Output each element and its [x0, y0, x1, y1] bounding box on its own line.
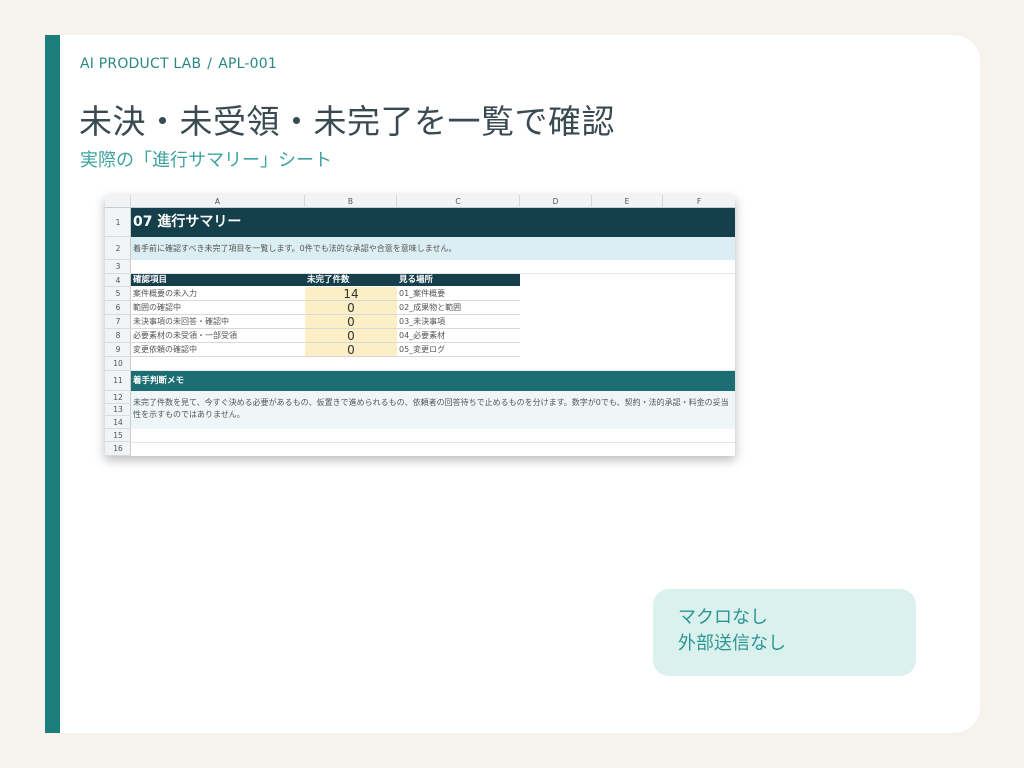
grid-line	[131, 442, 735, 443]
table-cell-item: 変更依頼の確認中	[131, 343, 305, 357]
breadcrumb: AI PRODUCT LAB / APL-001	[80, 56, 277, 72]
row-header: 7	[105, 315, 131, 329]
page-title: 未決・未受領・未完了を一覧で確認	[79, 102, 615, 141]
doc-code: APL-001	[218, 56, 277, 72]
table-cell-count: 14	[305, 287, 397, 301]
badge-line-no-macro: マクロなし	[678, 607, 768, 628]
table-cell-item: 必要素材の未受領・一部受領	[131, 329, 305, 343]
row-header: 12	[105, 391, 131, 404]
row-header: 10	[105, 357, 131, 371]
row-header: 14	[105, 416, 131, 429]
row-header: 4	[105, 274, 131, 287]
feature-badge: マクロなし 外部送信なし	[653, 589, 916, 676]
row-header: 5	[105, 287, 131, 301]
page-subtitle: 実際の「進行サマリー」シート	[80, 150, 332, 171]
sheet-title: 07 進行サマリー	[131, 208, 735, 237]
column-header-a: A	[131, 195, 305, 208]
table-cell-count: 0	[305, 329, 397, 343]
table-cell-item: 未決事項の未回答・確認中	[131, 315, 305, 329]
sheet-description: 着手前に確認すべき未完了項目を一覧します。0件でも法的な承認や合意を意味しません…	[131, 237, 735, 260]
column-header-d: D	[520, 195, 592, 208]
table-cell-location: 05_変更ログ	[397, 343, 520, 357]
table-header-item: 確認項目	[131, 274, 305, 286]
table-header-location: 見る場所	[397, 274, 520, 286]
slide: AI PRODUCT LAB / APL-001 未決・未受領・未完了を一覧で確認 …	[45, 35, 980, 733]
row-header-bar: 1 2 3 4 5 6 7 8 9 10 11 12 13 14 15 16	[105, 208, 131, 456]
memo-heading: 着手判断メモ	[131, 371, 735, 391]
column-header-b: B	[305, 195, 397, 208]
column-header-bar: A B C D E F	[105, 195, 735, 208]
table-cell-location: 04_必要素材	[397, 329, 520, 343]
breadcrumb-separator: /	[207, 56, 213, 72]
row-header: 15	[105, 429, 131, 442]
corner-cell	[105, 195, 131, 208]
row-header: 3	[105, 260, 131, 274]
row-header: 11	[105, 371, 131, 391]
column-header-c: C	[397, 195, 520, 208]
row-header: 2	[105, 237, 131, 260]
column-header-e: E	[592, 195, 663, 208]
column-header-f: F	[696, 197, 702, 206]
memo-text: 未完了件数を見て、今すぐ決める必要があるもの、仮置きで進められるもの、依頼者の回…	[131, 391, 735, 429]
table-cell-location: 02_成果物と範囲	[397, 301, 520, 315]
table-cell-count: 0	[305, 301, 397, 315]
row-header: 9	[105, 343, 131, 357]
table-cell-count: 0	[305, 315, 397, 329]
table-cell-location: 01_案件概要	[397, 287, 520, 301]
badge-line-no-external: 外部送信なし	[678, 633, 786, 654]
table-cell-location: 03_未決事項	[397, 315, 520, 329]
table-cell-item: 範囲の確認中	[131, 301, 305, 315]
row-header: 1	[105, 208, 131, 237]
table-cell-item: 案件概要の未入力	[131, 287, 305, 301]
row-header: 8	[105, 329, 131, 343]
row-header: 6	[105, 301, 131, 315]
spreadsheet-screenshot: A B C D E F 1 2 3 4 5 6 7 8 9 10 11 12 1…	[105, 195, 735, 456]
org-name: AI PRODUCT LAB	[80, 56, 202, 72]
accent-bar	[45, 35, 60, 733]
row-header: 16	[105, 442, 131, 456]
table-header-count: 未完了件数	[305, 274, 397, 286]
table-cell-count: 0	[305, 343, 397, 357]
row-header: 13	[105, 404, 131, 416]
